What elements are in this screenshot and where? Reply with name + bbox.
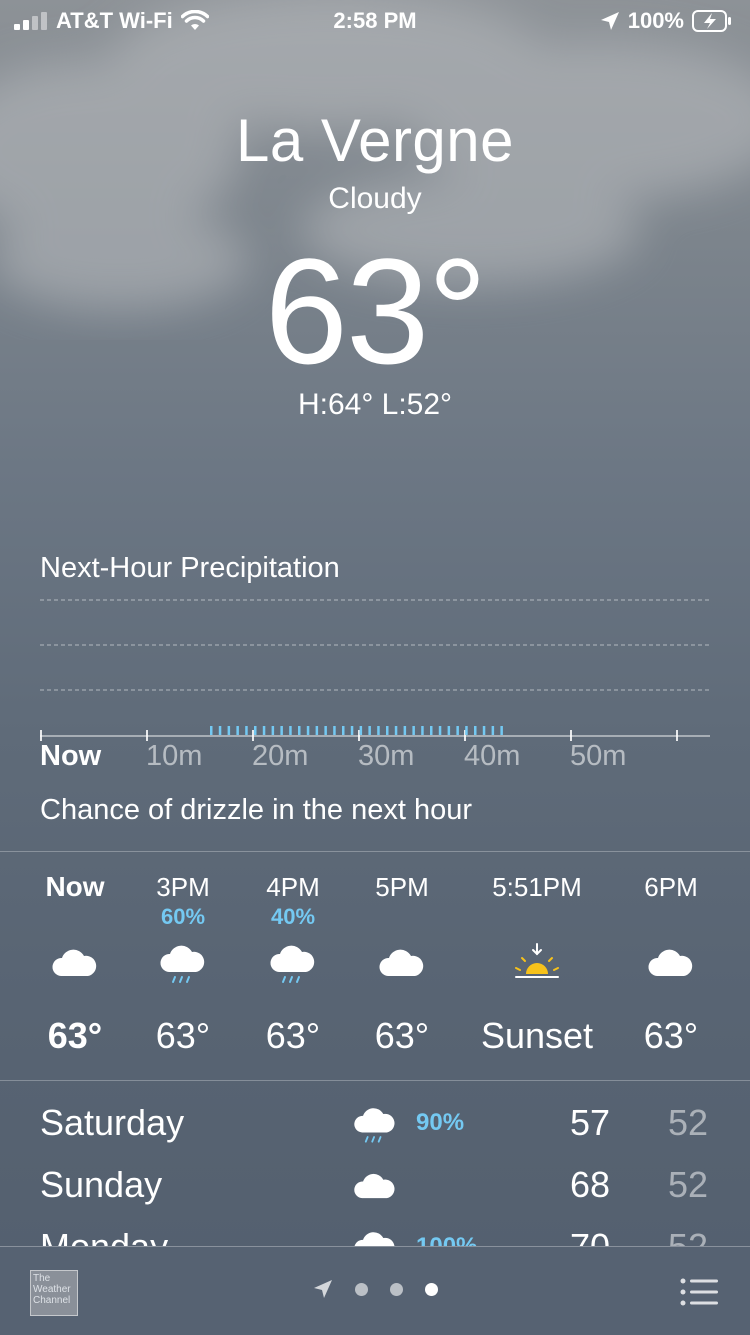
sunset-icon [515, 943, 559, 978]
precipitation-bar [218, 726, 222, 735]
location-arrow-icon[interactable] [313, 1279, 333, 1299]
high-low: H:64° L:52° [297, 388, 453, 421]
precipitation-bar [324, 726, 327, 735]
precipitation-bar [430, 726, 433, 735]
precipitation-bar [262, 726, 266, 735]
day-row: Saturday 90% 57 52 [0, 1087, 750, 1149]
battery-charging-icon [692, 10, 731, 32]
precipitation-bar [236, 726, 239, 735]
precipitation-bar [350, 726, 354, 735]
page-dot[interactable] [354, 1282, 368, 1296]
precipitation-bar [403, 726, 407, 735]
cloud-icon [379, 949, 424, 976]
precipitation-title: Next-Hour Precipitation [40, 552, 340, 584]
precipitation-bar [500, 726, 503, 735]
hour-column: 6PM 63° [606, 852, 736, 1080]
precipitation-bar [447, 726, 451, 735]
precipitation-bar [280, 726, 283, 735]
precipitation-bar [271, 726, 275, 735]
precipitation-bar [227, 726, 231, 735]
axis-label-50m: 50m [570, 740, 627, 772]
hour-temp: 63° [374, 1015, 430, 1056]
status-right-group: 100% [600, 8, 732, 34]
precipitation-bar [368, 726, 371, 735]
cloud-icon [648, 949, 693, 976]
day-name: Sunday [40, 1164, 163, 1205]
page-dot[interactable] [389, 1282, 403, 1296]
precipitation-bar [456, 726, 459, 735]
precipitation-bar [412, 726, 415, 735]
axis-label-40m: 40m [464, 740, 521, 772]
precipitation-bar [421, 726, 424, 735]
precipitation-time-axis: Now 10m 20m 30m 40m 50m [40, 740, 710, 780]
precipitation-bar [482, 726, 486, 735]
axis-label-30m: 30m [358, 740, 415, 772]
hour-column: 5:51PM Sunset [472, 852, 602, 1080]
status-bar: AT&T Wi-Fi 2:58 PM 100% [0, 0, 750, 40]
day-low: 52 [667, 1102, 708, 1143]
precipitation-summary: Chance of drizzle in the next hour [40, 794, 473, 826]
axis-label-now: Now [40, 740, 102, 772]
hour-time: 6PM [644, 872, 698, 902]
precipitation-bar [491, 726, 495, 735]
precipitation-bar [254, 726, 257, 735]
precipitation-bar [342, 726, 345, 735]
location-arrow-icon [600, 12, 619, 30]
day-low: 52 [668, 1225, 708, 1246]
bottom-toolbar: The Weather Channel [0, 1246, 750, 1335]
axis-label-10m: 10m [146, 740, 203, 772]
day-precip-chance: 90% [416, 1109, 465, 1136]
current-temperature: 63° [264, 227, 488, 395]
precipitation-bar [298, 726, 301, 735]
day-high: 57 [569, 1102, 610, 1143]
day-name: Saturday [40, 1102, 185, 1143]
list-icon[interactable] [680, 1277, 718, 1307]
cloud-drizzle-icon [354, 1232, 395, 1246]
precipitation-bar [377, 726, 380, 735]
precipitation-bar [245, 726, 248, 735]
current-conditions: La Vergne Cloudy 63° H:64° L:52° [0, 105, 750, 423]
precipitation-chart [40, 599, 710, 741]
precipitation-bar [474, 726, 477, 735]
precipitation-bar [333, 726, 336, 735]
cloud-icon [52, 949, 97, 976]
cloud-drizzle-icon [354, 1108, 395, 1143]
day-high: 68 [569, 1164, 610, 1205]
axis-label-20m: 20m [252, 740, 309, 772]
precipitation-bar [386, 726, 389, 735]
condition-text: Cloudy [328, 182, 422, 215]
hour-temp: 63° [643, 1015, 699, 1056]
next-hour-precipitation: Next-Hour Precipitation Now 10m 20m 30m … [40, 548, 710, 826]
hour-temp: Sunset [480, 1015, 594, 1056]
day-high: 70 [570, 1225, 610, 1246]
day-name: Monday [40, 1225, 168, 1246]
page-indicator[interactable] [0, 1279, 750, 1299]
cloud-drizzle-icon [270, 945, 315, 983]
hour-time: 5PM [375, 872, 429, 902]
city-name: La Vergne [235, 107, 515, 174]
battery-percent: 100% [627, 8, 684, 33]
precipitation-bar [289, 726, 292, 735]
precipitation-bar [438, 726, 442, 735]
day-precip-chance: 100% [416, 1233, 477, 1246]
daily-forecast[interactable]: Saturday 90% 57 52 Sunday 68 52 Monday 1… [0, 1081, 750, 1246]
day-row: Sunday 68 52 [0, 1149, 750, 1211]
precipitation-bar [315, 726, 319, 735]
page-dot-active[interactable] [424, 1282, 438, 1296]
hour-time: 5:51PM [492, 872, 582, 902]
precipitation-bar [465, 726, 468, 735]
day-low: 52 [667, 1164, 708, 1205]
cloud-icon [354, 1173, 395, 1199]
precipitation-bar [394, 726, 398, 735]
cloud-drizzle-icon [160, 945, 205, 983]
precipitation-bar [359, 726, 363, 735]
hourly-forecast[interactable]: Now 63° 3PM 60% 63° 4PM 40% 63° 5PM 63° … [0, 852, 750, 1080]
precipitation-bar [306, 726, 310, 735]
hour-column: 5PM 63° [337, 852, 467, 1080]
day-row: Monday 100% 70 52 [0, 1211, 750, 1246]
precipitation-bar [210, 726, 213, 735]
